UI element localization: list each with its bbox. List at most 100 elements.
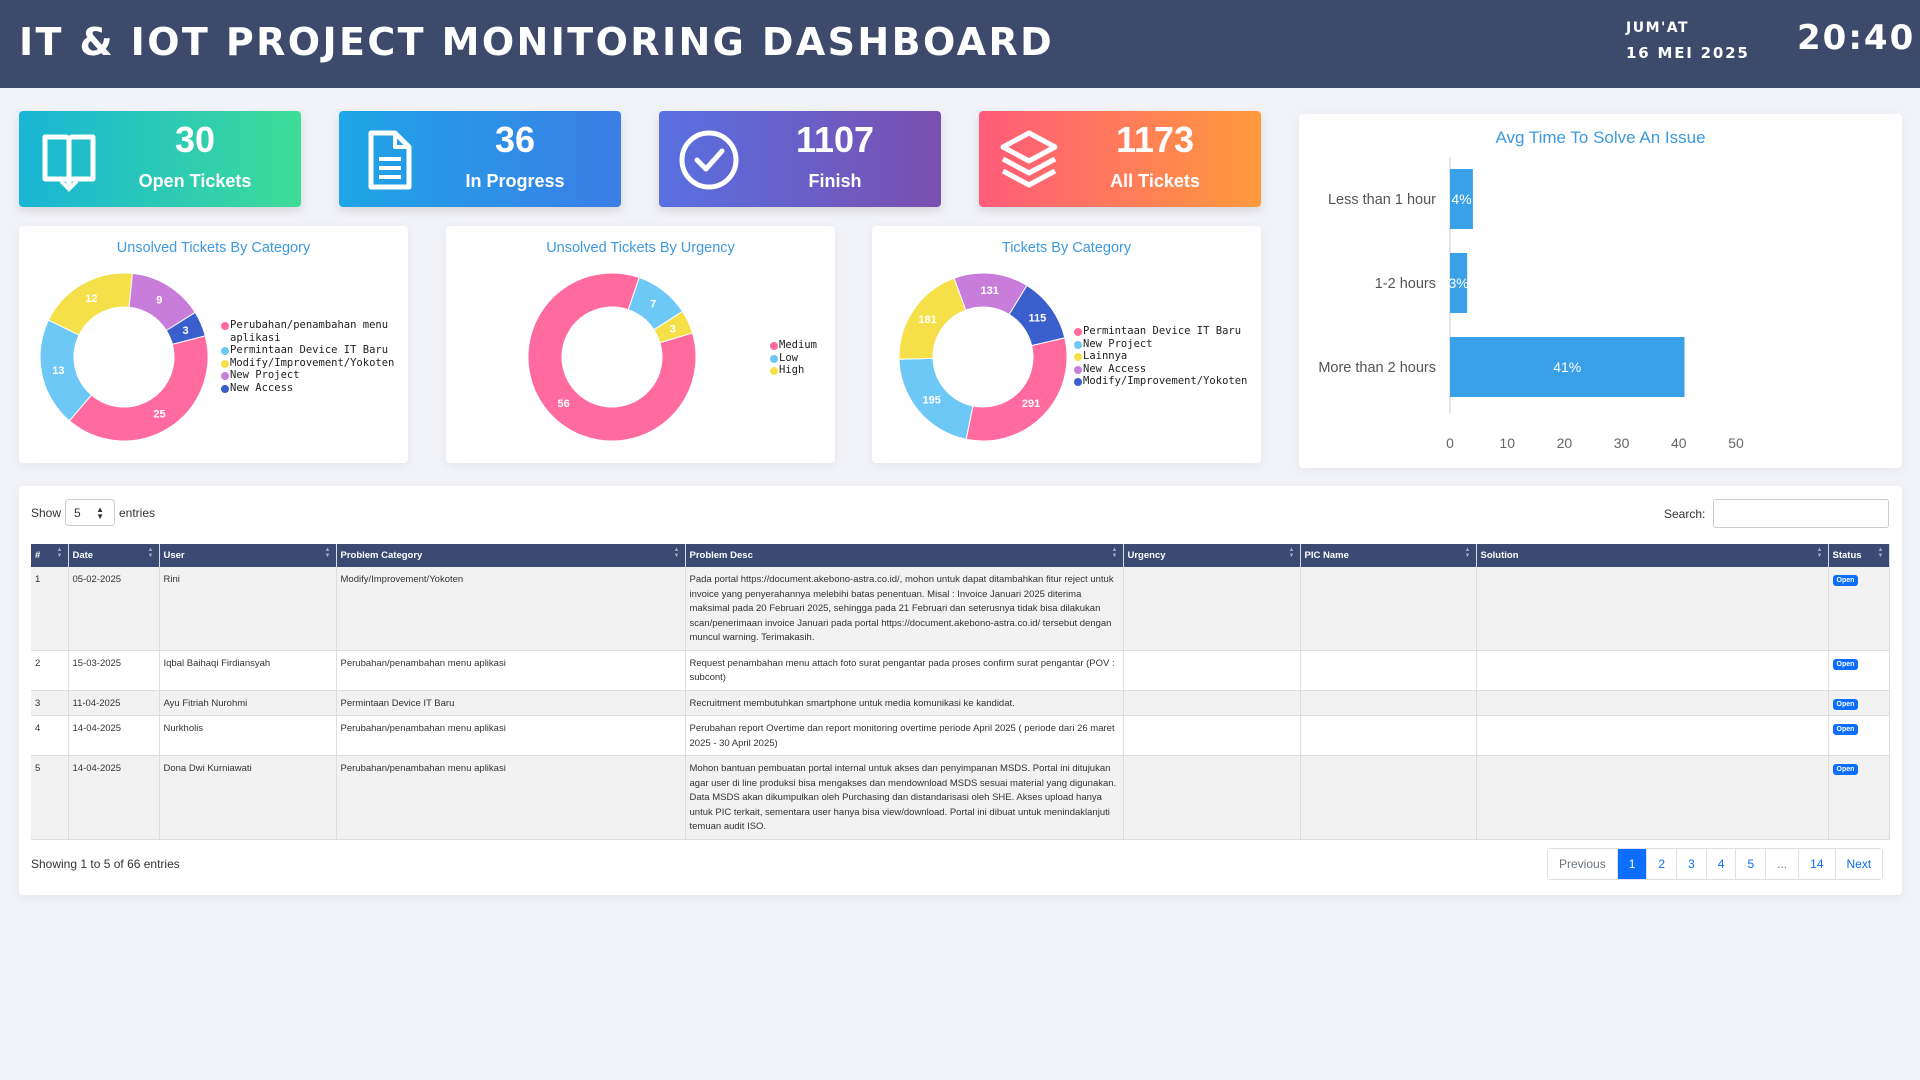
search-label: Search: bbox=[1664, 507, 1706, 521]
sort-icon: ▲ ▼ bbox=[1111, 547, 1118, 559]
col-header-status[interactable]: Status ▲ ▼ bbox=[1828, 544, 1890, 567]
stat-card-all-tickets[interactable]: 1173 All Tickets bbox=[979, 111, 1261, 207]
cell-urgency bbox=[1123, 567, 1301, 651]
open-tickets-label: Open Tickets bbox=[138, 171, 252, 191]
legend-item[interactable]: Lainnya bbox=[1074, 350, 1259, 363]
category-label: 1-2 hours bbox=[1375, 276, 1436, 292]
x-tick-label: 30 bbox=[1614, 435, 1630, 451]
legend-item[interactable]: New Project bbox=[221, 369, 406, 382]
tickets-table-panel: Show 5 ▲ ▼ entries Search: # ▲ ▼ Date ▲ ▼ Use… bbox=[19, 486, 1902, 895]
cell-desc: Recruitment membutuhkan smartphone untuk… bbox=[685, 690, 1124, 716]
legend-swatch bbox=[221, 347, 229, 356]
page-button[interactable]: 3 bbox=[1676, 849, 1706, 879]
previous-page-button[interactable]: Previous bbox=[1548, 849, 1617, 879]
cell-date: 15-03-2025 bbox=[68, 650, 160, 691]
cell-pic bbox=[1300, 650, 1477, 691]
legend-item[interactable]: New Project bbox=[1074, 338, 1259, 351]
page-button[interactable]: 14 bbox=[1798, 849, 1835, 879]
legend-item[interactable]: High bbox=[770, 364, 830, 377]
table-row[interactable]: 3 11-04-2025 Ayu Fitriah Nurohmi Permintaan… bbox=[31, 690, 1890, 716]
donut-slice[interactable] bbox=[965, 337, 1068, 442]
col-header-urgency[interactable]: Urgency ▲ ▼ bbox=[1123, 544, 1301, 567]
col-header-no[interactable]: # ▲ ▼ bbox=[31, 544, 69, 567]
cell-user: Rini bbox=[159, 567, 337, 651]
tickets-by-category-panel: Tickets By Category 115 291 195 181 131 Perm… bbox=[872, 226, 1261, 463]
legend-swatch bbox=[1074, 353, 1082, 362]
donut-slice[interactable] bbox=[68, 335, 209, 442]
legend-label: New Project bbox=[1083, 337, 1153, 350]
legend-item[interactable]: New Access bbox=[221, 382, 406, 395]
legend-swatch bbox=[221, 384, 229, 393]
stat-card-in-progress[interactable]: 36 In Progress bbox=[339, 111, 621, 207]
x-tick-label: 50 bbox=[1728, 435, 1744, 451]
cell-no: 3 bbox=[31, 690, 69, 716]
col-header-user[interactable]: User ▲ ▼ bbox=[159, 544, 337, 567]
cell-desc: Pada portal https://document.akebono-ast… bbox=[685, 567, 1124, 651]
slice-value-label: 9 bbox=[156, 295, 162, 307]
sort-icon: ▲ ▼ bbox=[56, 547, 63, 559]
legend-swatch bbox=[221, 359, 229, 368]
cell-date: 11-04-2025 bbox=[68, 690, 160, 716]
cell-user: Ayu Fitriah Nurohmi bbox=[159, 690, 337, 716]
legend-label: Permintaan Device IT Baru bbox=[1083, 325, 1242, 337]
cell-category: Perubahan/penambahan menu aplikasi bbox=[336, 755, 686, 840]
cell-pic bbox=[1300, 715, 1477, 756]
page-button[interactable]: 5 bbox=[1735, 849, 1766, 879]
slice-value-label: 3 bbox=[182, 325, 188, 337]
tickets-table: # ▲ ▼ Date ▲ ▼ User ▲ ▼ Problem Category ▲ ▼ Pro… bbox=[31, 544, 1890, 840]
legend-item[interactable]: Low bbox=[770, 352, 830, 365]
stat-card-open-tickets[interactable]: 30 Open Tickets bbox=[19, 111, 301, 207]
legend-swatch bbox=[1074, 340, 1082, 349]
col-header-pic[interactable]: PIC Name ▲ ▼ bbox=[1300, 544, 1477, 567]
slice-value-label: 195 bbox=[922, 395, 940, 407]
legend-item[interactable]: Perubahan/penambahan menu aplikasi bbox=[221, 319, 406, 344]
cell-status: Open bbox=[1828, 715, 1890, 756]
slice-value-label: 13 bbox=[52, 365, 64, 377]
sort-icon: ▲ ▼ bbox=[324, 547, 331, 559]
legend-label: Perubahan/penambahan menu aplikasi bbox=[230, 319, 389, 344]
legend-item[interactable]: New Access bbox=[1074, 363, 1259, 376]
legend-label: Permintaan Device IT Baru bbox=[230, 344, 389, 357]
show-label: Show bbox=[31, 506, 62, 520]
legend-item[interactable]: Permintaan Device IT Baru bbox=[1074, 325, 1259, 338]
stat-card-finish[interactable]: 1107 Finish bbox=[659, 111, 941, 207]
status-badge: Open bbox=[1832, 575, 1859, 586]
table-row[interactable]: 2 15-03-2025 Iqbal Baihaqi Firdiansyah Peru… bbox=[31, 650, 1890, 691]
next-page-button[interactable]: Next bbox=[1834, 849, 1883, 879]
date-label: 16 MEI 2025 bbox=[1626, 44, 1750, 62]
table-row[interactable]: 4 14-04-2025 Nurkholis Perubahan/penambahan… bbox=[31, 715, 1890, 756]
legend-item[interactable]: Permintaan Device IT Baru bbox=[221, 344, 406, 357]
search-input[interactable] bbox=[1713, 499, 1889, 528]
status-badge: Open bbox=[1832, 724, 1859, 735]
page-button[interactable]: 2 bbox=[1646, 849, 1677, 879]
legend-label: Modify/Improvement/Yokoten bbox=[1083, 375, 1248, 388]
cell-urgency bbox=[1123, 690, 1301, 716]
bar-value-label: 4% bbox=[1451, 191, 1471, 207]
in-progress-count: 36 bbox=[494, 119, 536, 160]
col-header-solution[interactable]: Solution ▲ ▼ bbox=[1476, 544, 1829, 567]
legend-item[interactable]: Modify/Improvement/Yokoten bbox=[1074, 375, 1259, 388]
page-button[interactable]: 1 bbox=[1616, 849, 1647, 879]
col-header-category[interactable]: Problem Category ▲ ▼ bbox=[336, 544, 686, 567]
col-header-date[interactable]: Date ▲ ▼ bbox=[68, 544, 160, 567]
cell-solution bbox=[1476, 650, 1829, 691]
cell-urgency bbox=[1123, 650, 1301, 691]
page-size-select[interactable]: 5 ▲ ▼ bbox=[65, 499, 115, 526]
legend-swatch bbox=[221, 372, 229, 381]
col-header-desc[interactable]: Problem Desc ▲ ▼ bbox=[685, 544, 1124, 567]
page-size-value: 5 bbox=[74, 506, 81, 520]
chart-legend: Permintaan Device IT Baru New Project Lain… bbox=[1074, 325, 1259, 388]
legend-item[interactable]: Medium bbox=[770, 339, 830, 352]
table-row[interactable]: 1 05-02-2025 Rini Modify/Improvement/Yokote… bbox=[31, 567, 1890, 651]
legend-swatch bbox=[221, 322, 229, 330]
table-row[interactable]: 5 14-04-2025 Dona Dwi Kurniawati Perubahan/… bbox=[31, 755, 1890, 840]
legend-label: New Access bbox=[1083, 362, 1147, 375]
legend-item[interactable]: Modify/Improvement/Yokoten bbox=[221, 357, 406, 370]
slice-value-label: 25 bbox=[153, 408, 165, 420]
legend-swatch bbox=[1074, 365, 1082, 374]
cell-no: 4 bbox=[31, 715, 69, 756]
legend-swatch bbox=[770, 354, 778, 363]
legend-label: New Project bbox=[230, 369, 300, 382]
entries-label: entries bbox=[119, 506, 156, 520]
page-button[interactable]: 4 bbox=[1705, 849, 1736, 879]
